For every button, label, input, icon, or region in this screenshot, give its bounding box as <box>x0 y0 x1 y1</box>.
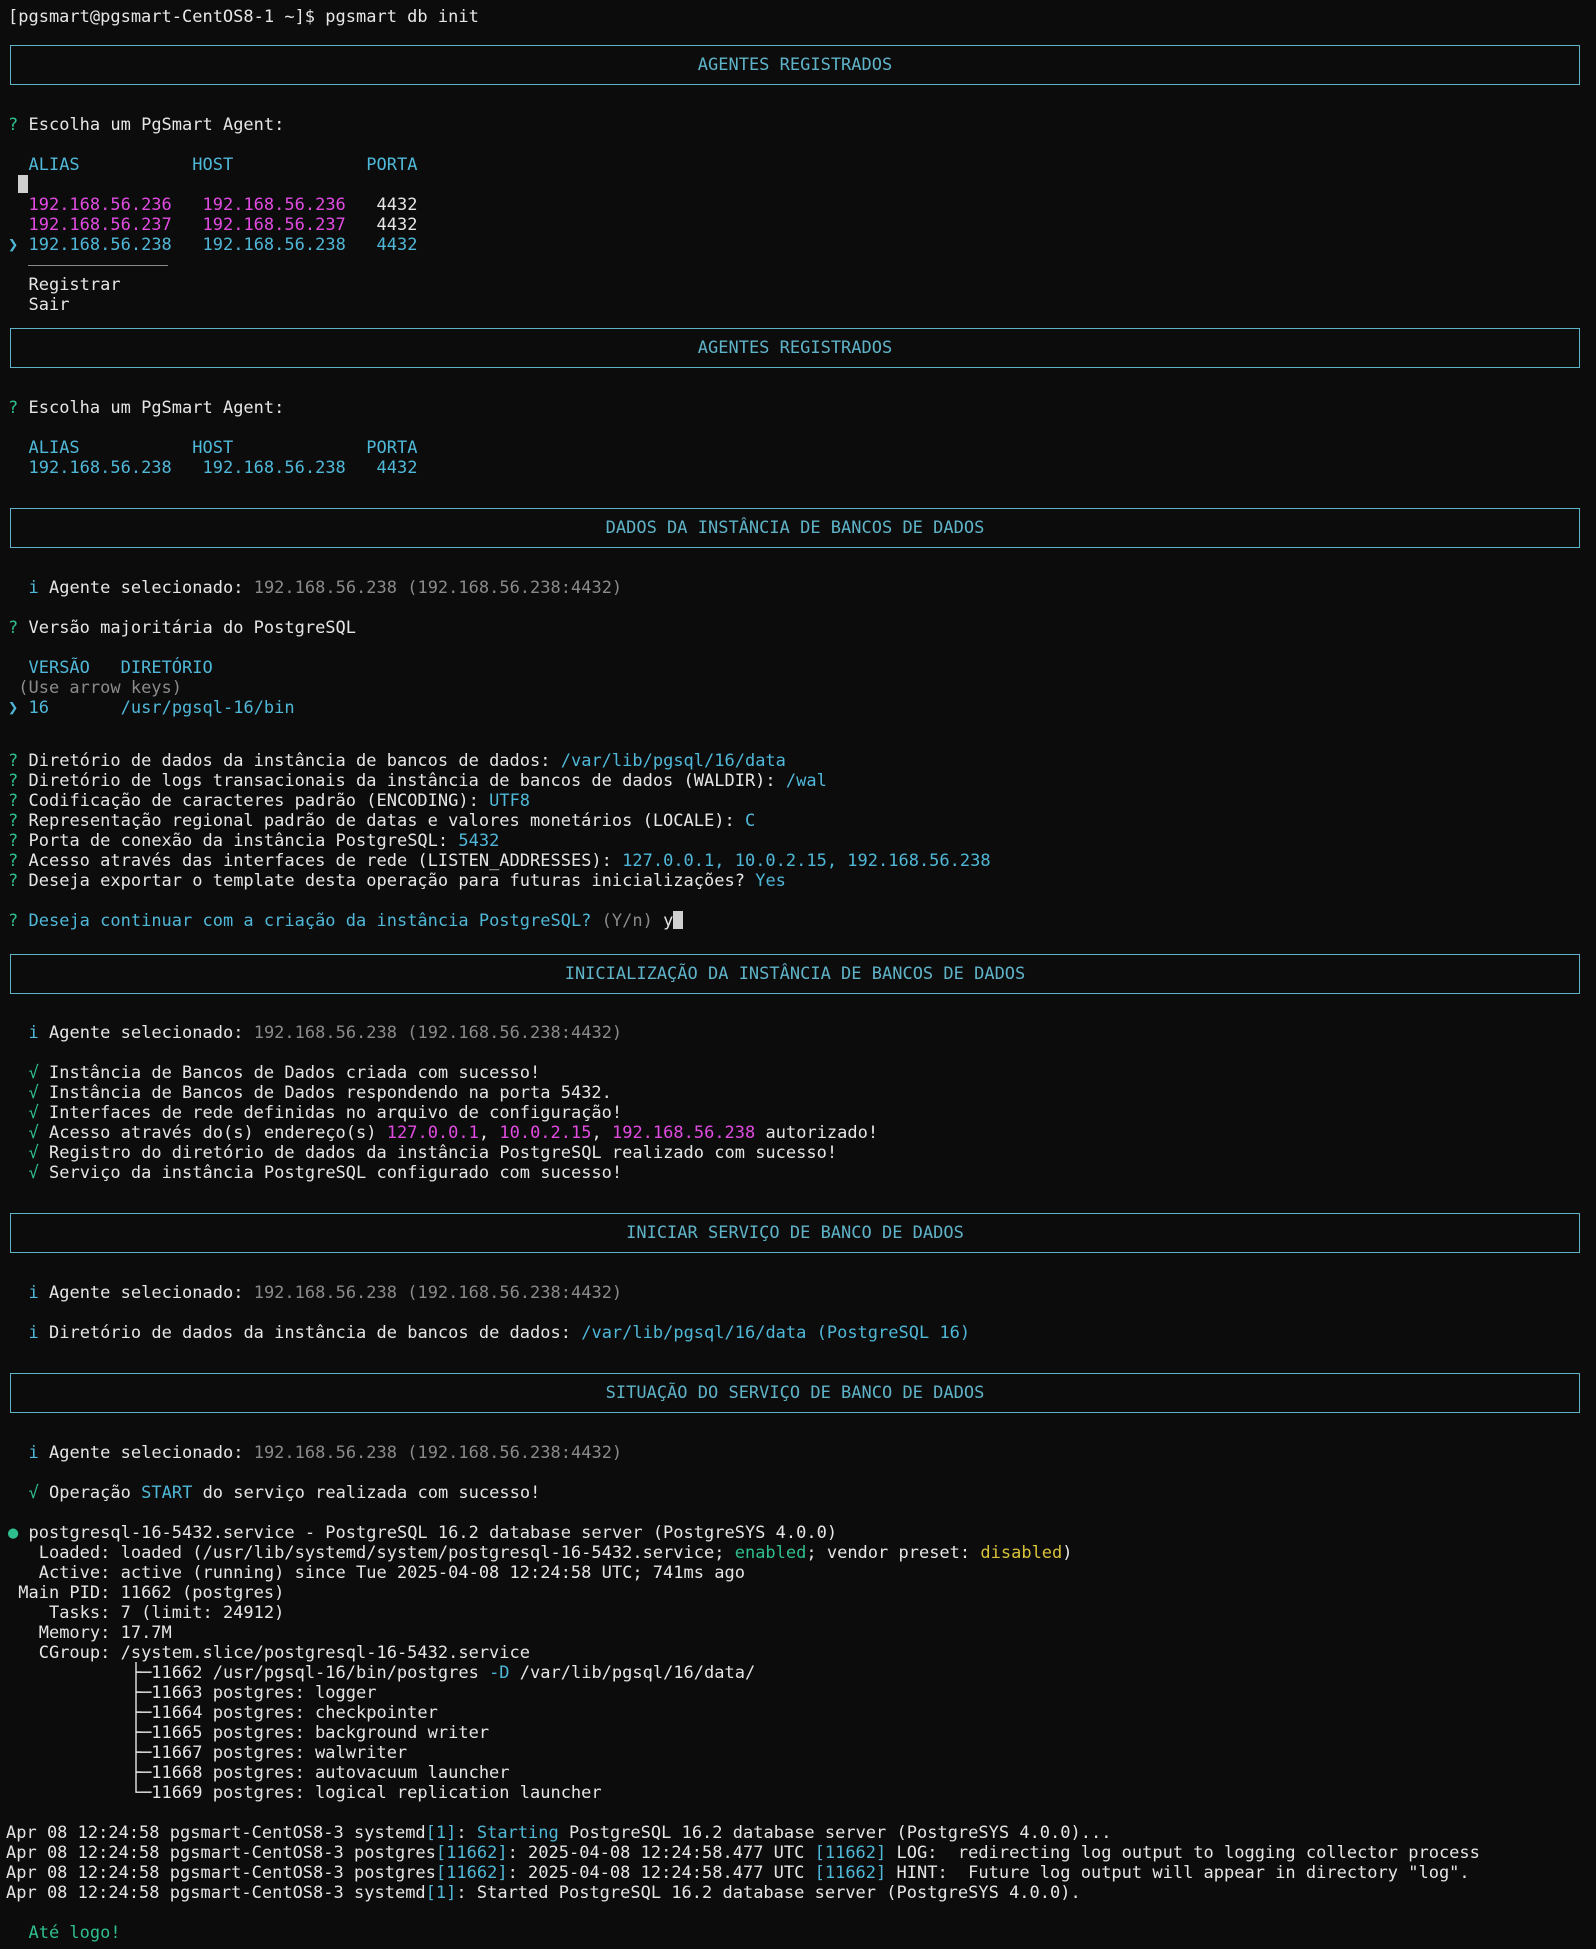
question-waldir: ? Diretório de logs transacionais da ins… <box>8 771 827 791</box>
cgroup-tree-item: └─11669 postgres: logical replication la… <box>130 1783 602 1803</box>
agent-selected-header: ALIAS HOST PORTA <box>28 438 418 458</box>
version-question: ? Versão majoritária do PostgreSQL <box>8 618 357 638</box>
terminal-cursor <box>8 175 29 195</box>
question-listen-addresses: ? Acesso através das interfaces de rede … <box>8 851 991 871</box>
service-main-pid: Main PID: 11662 (postgres) <box>18 1583 285 1603</box>
service-memory: Memory: 17.7M <box>18 1623 172 1643</box>
question-export-template: ? Deseja exportar o template desta opera… <box>8 871 786 891</box>
agent-table-header: ALIAS HOST PORTA <box>28 155 418 175</box>
journal-line-2: Apr 08 12:24:58 pgsmart-CentOS8-3 postgr… <box>6 1843 1480 1863</box>
section-start-header: INICIAR SERVIÇO DE BANCO DE DADOS <box>10 1213 1580 1253</box>
agent-question-answered: ? Escolha um PgSmart Agent: <box>8 398 285 418</box>
separator <box>8 255 169 275</box>
service-tasks: Tasks: 7 (limit: 24912) <box>18 1603 285 1623</box>
status-dot-icon: ● <box>8 1523 19 1543</box>
init-result-1: √ Instância de Bancos de Dados criada co… <box>28 1063 541 1083</box>
terminal-window: [pgsmart@pgsmart-CentOS8-1 ~]$ pgsmart d… <box>0 0 1596 1949</box>
cgroup-tree-item: ├─11668 postgres: autovacuum launcher <box>130 1763 510 1783</box>
cgroup-tree-item: ├─11662 /usr/pgsql-16/bin/postgres -D /v… <box>130 1663 756 1683</box>
question-port: ? Porta de conexão da instância PostgreS… <box>8 831 500 851</box>
question-datadir: ? Diretório de dados da instância de ban… <box>8 751 786 771</box>
section-agents-header: AGENTES REGISTRADOS <box>10 45 1580 85</box>
section-init-header: INICIALIZAÇÃO DA INSTÂNCIA DE BANCOS DE … <box>10 954 1580 994</box>
status-operation: √ Operação START do serviço realizada co… <box>28 1483 541 1503</box>
selected-agent-info-4: i Agente selecionado: 192.168.56.238 (19… <box>28 1443 623 1463</box>
version-table-header: VERSÃO DIRETÓRIO <box>28 658 213 678</box>
section-instance-data-header: DADOS DA INSTÂNCIA DE BANCOS DE DADOS <box>10 508 1580 548</box>
journal-line-1: Apr 08 12:24:58 pgsmart-CentOS8-3 system… <box>6 1823 1112 1843</box>
journal-line-3: Apr 08 12:24:58 pgsmart-CentOS8-3 postgr… <box>6 1863 1470 1883</box>
shell-prompt: [pgsmart@pgsmart-CentOS8-1 ~]$ pgsmart d… <box>8 7 479 27</box>
selected-agent-info-3: i Agente selecionado: 192.168.56.238 (19… <box>28 1283 623 1303</box>
init-result-2: √ Instância de Bancos de Dados responden… <box>28 1083 612 1103</box>
journal-line-4: Apr 08 12:24:58 pgsmart-CentOS8-3 system… <box>6 1883 1081 1903</box>
section-status-header: SITUAÇÃO DO SERVIÇO DE BANCO DE DADOS <box>10 1373 1580 1413</box>
start-datadir-info: i Diretório de dados da instância de ban… <box>28 1323 971 1343</box>
option-sair[interactable]: Sair <box>8 295 69 315</box>
option-registrar[interactable]: Registrar <box>8 275 120 295</box>
agent-option-238[interactable]: ❯ 192.168.56.238 192.168.56.238 4432 <box>8 235 417 255</box>
selected-agent-info-2: i Agente selecionado: 192.168.56.238 (19… <box>28 1023 623 1043</box>
init-result-3: √ Interfaces de rede definidas no arquiv… <box>28 1103 623 1123</box>
selected-agent-info: i Agente selecionado: 192.168.56.238 (19… <box>28 578 623 598</box>
agent-selected-row: 192.168.56.238 192.168.56.238 4432 <box>28 458 418 478</box>
init-result-4: √ Acesso através do(s) endereço(s) 127.0… <box>28 1123 879 1143</box>
version-option-16[interactable]: ❯ 16 /usr/pgsql-16/bin <box>8 698 295 718</box>
agent-question: ? Escolha um PgSmart Agent: <box>8 115 285 135</box>
cgroup-tree-item: ├─11667 postgres: walwriter <box>130 1743 408 1763</box>
service-loaded: Loaded: loaded (/usr/lib/systemd/system/… <box>18 1543 1073 1563</box>
section-agents-header-2: AGENTES REGISTRADOS <box>10 328 1580 368</box>
init-result-5: √ Registro do diretório de dados da inst… <box>28 1143 838 1163</box>
agent-option-236[interactable]: 192.168.56.236 192.168.56.236 4432 <box>8 195 417 215</box>
cgroup-tree-item: ├─11663 postgres: logger <box>130 1683 377 1703</box>
init-result-6: √ Serviço da instância PostgreSQL config… <box>28 1163 623 1183</box>
arrow-keys-hint: (Use arrow keys) <box>18 678 183 698</box>
goodbye-message: Até logo! <box>28 1923 121 1943</box>
question-encoding: ? Codificação de caracteres padrão (ENCO… <box>8 791 531 811</box>
cgroup-tree-item: ├─11665 postgres: background writer <box>130 1723 490 1743</box>
agent-option-237[interactable]: 192.168.56.237 192.168.56.237 4432 <box>8 215 417 235</box>
service-cgroup: CGroup: /system.slice/postgresql-16-5432… <box>18 1643 530 1663</box>
question-locale: ? Representação regional padrão de datas… <box>8 811 756 831</box>
confirm-prompt[interactable]: ? Deseja continuar com a criação da inst… <box>8 911 684 931</box>
service-active: Active: active (running) since Tue 2025-… <box>18 1563 745 1583</box>
cgroup-tree-item: ├─11664 postgres: checkpointer <box>130 1703 438 1723</box>
service-title: ● postgresql-16-5432.service - PostgreSQ… <box>8 1523 838 1543</box>
